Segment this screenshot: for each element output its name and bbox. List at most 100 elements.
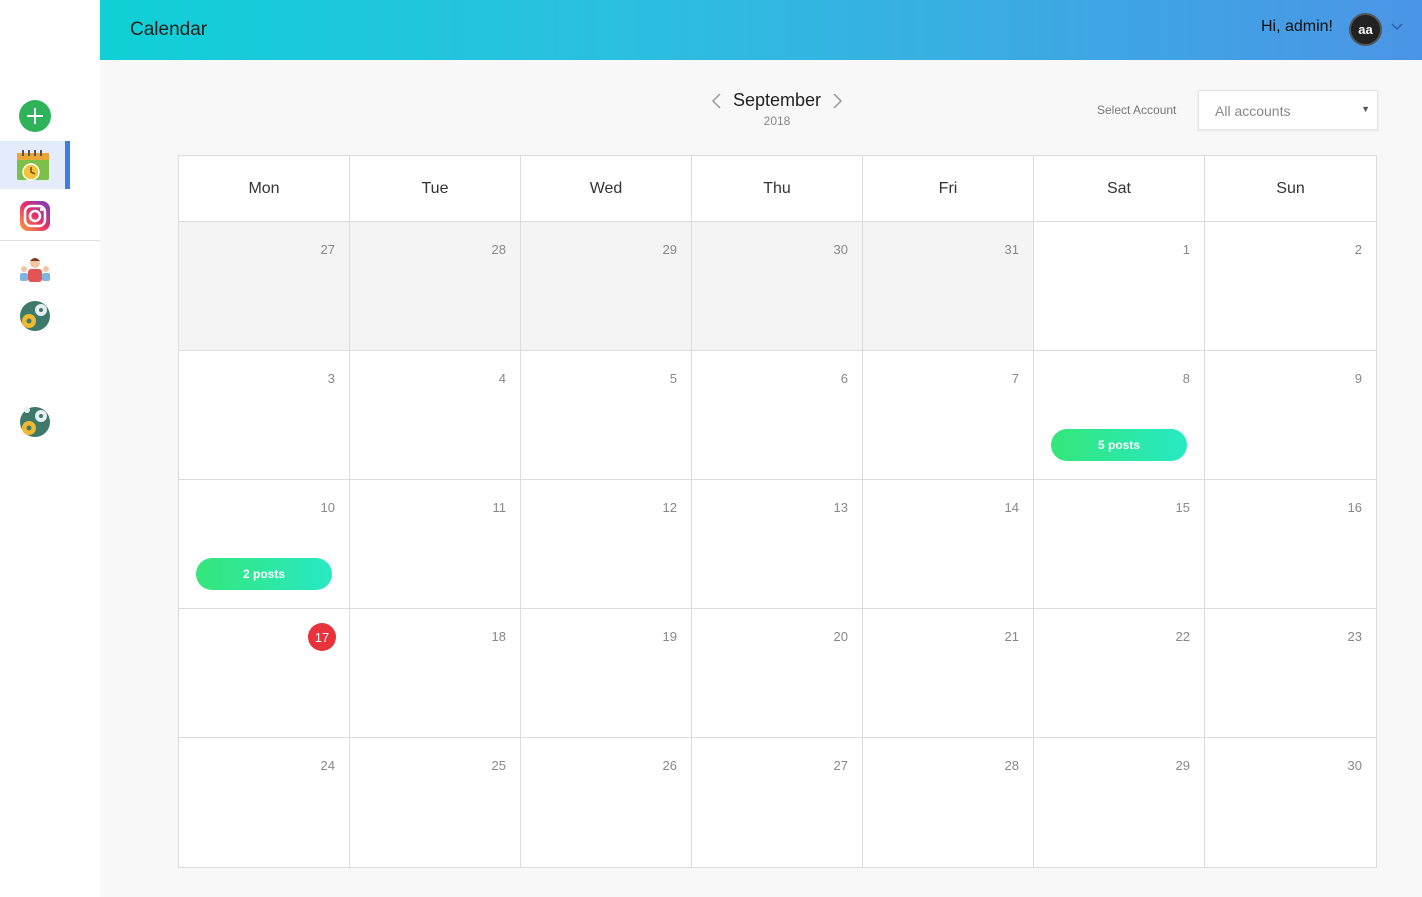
day-number: 11: [492, 500, 507, 515]
day-number: 3: [327, 371, 335, 386]
gear-globe-icon: [20, 407, 50, 437]
calendar-day-cell[interactable]: 7: [863, 351, 1034, 480]
sidebar-item-settings-2[interactable]: [0, 398, 70, 446]
day-number: 27: [833, 758, 848, 773]
calendar-day-cell[interactable]: 27: [179, 222, 350, 351]
sidebar-item-calendar[interactable]: [0, 141, 70, 189]
calendar-day-cell[interactable]: 2: [1205, 222, 1376, 351]
weekday-header-fri: Fri: [863, 156, 1034, 222]
calendar-day-cell[interactable]: 8 5 posts: [1034, 351, 1205, 480]
sidebar-item-users[interactable]: [0, 244, 70, 292]
sidebar-item-settings[interactable]: [0, 292, 70, 340]
day-number: 18: [491, 629, 506, 644]
day-number: 14: [1004, 500, 1019, 515]
posts-count-badge[interactable]: 2 posts: [196, 558, 332, 590]
calendar-day-cell[interactable]: 21: [863, 609, 1034, 738]
calendar-day-cell[interactable]: 29: [521, 222, 692, 351]
calendar-day-cell[interactable]: 23: [1205, 609, 1376, 738]
calendar-day-cell[interactable]: 28: [863, 738, 1034, 867]
day-number: 21: [1004, 629, 1019, 644]
day-number: 20: [833, 629, 848, 644]
sidebar: [0, 0, 100, 897]
calendar-day-cell[interactable]: 19: [521, 609, 692, 738]
calendar-day-cell[interactable]: 24: [179, 738, 350, 867]
day-number: 4: [498, 371, 506, 386]
day-number: 8: [1182, 371, 1190, 386]
calendar-day-cell[interactable]: 30: [692, 222, 863, 351]
weekday-header-sat: Sat: [1034, 156, 1205, 222]
day-number: 29: [1175, 758, 1190, 773]
day-number: 1: [1182, 242, 1190, 257]
day-number: 5: [669, 371, 677, 386]
calendar-day-cell[interactable]: 5: [521, 351, 692, 480]
day-number: 29: [662, 242, 677, 257]
avatar[interactable]: aa: [1349, 13, 1382, 46]
day-number: 31: [1004, 242, 1019, 257]
sidebar-item-instagram[interactable]: [0, 192, 70, 240]
weekday-header-thu: Thu: [692, 156, 863, 222]
posts-count-badge[interactable]: 5 posts: [1051, 429, 1187, 461]
day-number: 28: [491, 242, 506, 257]
calendar-day-cell[interactable]: 14: [863, 480, 1034, 609]
weekday-header-tue: Tue: [350, 156, 521, 222]
calendar-day-cell[interactable]: 6: [692, 351, 863, 480]
day-number: 13: [833, 500, 848, 515]
day-number: 26: [662, 758, 677, 773]
calendar-day-cell[interactable]: 1: [1034, 222, 1205, 351]
chevron-right-icon[interactable]: [828, 92, 846, 110]
calendar-day-cell[interactable]: 16: [1205, 480, 1376, 609]
day-number: 25: [491, 758, 506, 773]
day-number: 28: [1004, 758, 1019, 773]
calendar-day-cell[interactable]: 29: [1034, 738, 1205, 867]
calendar-day-cell[interactable]: 13: [692, 480, 863, 609]
day-number: 9: [1354, 371, 1362, 386]
calendar-day-cell[interactable]: 18: [350, 609, 521, 738]
day-number: 23: [1347, 629, 1362, 644]
users-icon: [20, 258, 50, 282]
day-number: 30: [1347, 758, 1362, 773]
gear-globe-icon: [20, 301, 50, 331]
year-label: 2018: [763, 114, 791, 128]
calendar-day-cell[interactable]: 22: [1034, 609, 1205, 738]
calendar-day-cell[interactable]: 3: [179, 351, 350, 480]
calendar-day-cell[interactable]: 4: [350, 351, 521, 480]
plus-circle-icon: [19, 100, 51, 132]
day-number: 12: [662, 500, 677, 515]
weekday-header-sun: Sun: [1205, 156, 1376, 222]
chevron-down-icon[interactable]: [1390, 19, 1404, 33]
instagram-icon: [20, 201, 50, 231]
account-select-value: All accounts: [1215, 103, 1291, 119]
day-number: 16: [1347, 500, 1362, 515]
day-number: 7: [1011, 371, 1019, 386]
calendar-clock-icon: [16, 150, 49, 181]
calendar-day-cell[interactable]: 20: [692, 609, 863, 738]
sidebar-divider: [0, 240, 100, 241]
calendar-day-cell[interactable]: 31: [863, 222, 1034, 351]
account-select[interactable]: All accounts ▼: [1198, 90, 1378, 130]
top-header: Calendar Hi, admin! aa: [100, 0, 1422, 60]
calendar-day-cell[interactable]: 26: [521, 738, 692, 867]
day-number: 15: [1175, 500, 1190, 515]
calendar-day-cell[interactable]: 25: [350, 738, 521, 867]
day-number: 2: [1354, 242, 1362, 257]
calendar-day-cell[interactable]: 11: [350, 480, 521, 609]
calendar-day-cell[interactable]: 15: [1034, 480, 1205, 609]
page-title: Calendar: [130, 19, 208, 40]
today-date-badge: 17: [308, 623, 336, 651]
select-account-label: Select Account: [1097, 103, 1177, 117]
day-number: 22: [1175, 629, 1190, 644]
calendar-day-cell[interactable]: 28: [350, 222, 521, 351]
calendar-day-cell[interactable]: 17: [179, 609, 350, 738]
calendar-day-cell[interactable]: 27: [692, 738, 863, 867]
calendar-day-cell[interactable]: 12: [521, 480, 692, 609]
day-number: 19: [662, 629, 677, 644]
sidebar-item-add[interactable]: [0, 92, 70, 140]
day-number: 10: [320, 500, 335, 515]
day-number: 27: [320, 242, 335, 257]
month-navigation: September 2018: [700, 86, 854, 130]
calendar-day-cell[interactable]: 10 2 posts: [179, 480, 350, 609]
calendar-grid: Mon Tue Wed Thu Fri Sat Sun 27 28 29 30 31 1 2 3 4 5 6 7 8 5…: [178, 155, 1377, 868]
calendar-day-cell[interactable]: 30: [1205, 738, 1376, 867]
day-number: 24: [320, 758, 335, 773]
calendar-day-cell[interactable]: 9: [1205, 351, 1376, 480]
